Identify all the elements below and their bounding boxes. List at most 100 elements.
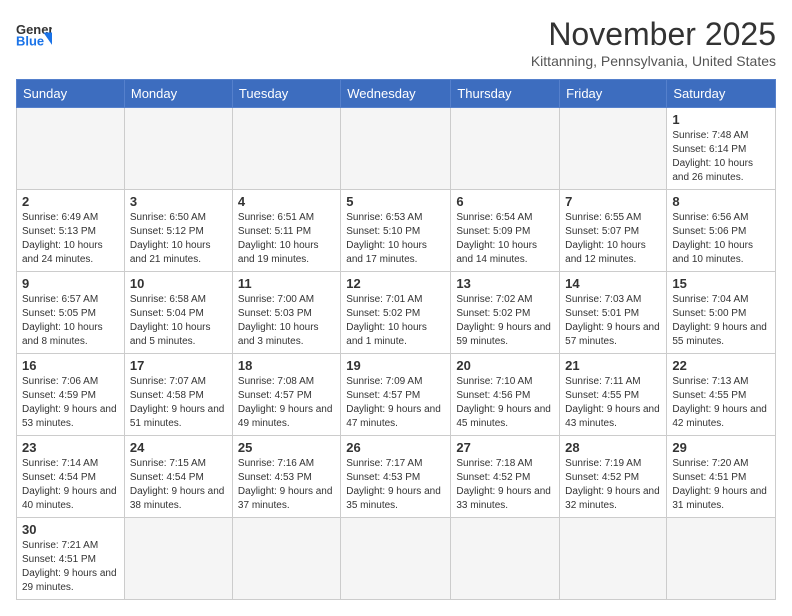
svg-text:Blue: Blue: [16, 34, 44, 49]
weekday-header: Sunday: [17, 80, 125, 108]
page-header: General Blue November 2025 Kittanning, P…: [16, 16, 776, 69]
day-number: 8: [672, 194, 770, 209]
calendar-day-cell: 4 Sunrise: 6:51 AM Sunset: 5:11 PM Daylig…: [232, 190, 340, 272]
calendar-day-cell: 18 Sunrise: 7:08 AM Sunset: 4:57 PM Dayli…: [232, 354, 340, 436]
calendar-week-row: 30 Sunrise: 7:21 AM Sunset: 4:51 PM Dayli…: [17, 518, 776, 600]
day-info: Sunrise: 7:09 AM Sunset: 4:57 PM Dayligh…: [346, 375, 445, 431]
calendar-table: SundayMondayTuesdayWednesdayThursdayFrid…: [16, 79, 776, 600]
day-info: Sunrise: 7:13 AM Sunset: 4:55 PM Dayligh…: [672, 375, 770, 431]
day-number: 12: [346, 276, 445, 291]
calendar-day-cell: 2 Sunrise: 6:49 AM Sunset: 5:13 PM Daylig…: [17, 190, 125, 272]
calendar-day-cell: 20 Sunrise: 7:10 AM Sunset: 4:56 PM Dayli…: [451, 354, 560, 436]
day-number: 20: [456, 358, 554, 373]
calendar-day-cell: 12 Sunrise: 7:01 AM Sunset: 5:02 PM Dayli…: [341, 272, 451, 354]
day-info: Sunrise: 7:18 AM Sunset: 4:52 PM Dayligh…: [456, 457, 554, 513]
day-number: 2: [22, 194, 119, 209]
day-number: 6: [456, 194, 554, 209]
calendar-week-row: 9Sunrise: 6:57 AM Sunset: 5:05 PM Daylig…: [17, 272, 776, 354]
calendar-day-cell: 23 Sunrise: 7:14 AM Sunset: 4:54 PM Dayli…: [17, 436, 125, 518]
calendar-day-cell: 5Sunrise: 6:53 AM Sunset: 5:10 PM Daylig…: [341, 190, 451, 272]
day-info: Sunrise: 6:58 AM Sunset: 5:04 PM Dayligh…: [130, 293, 227, 349]
day-number: 10: [130, 276, 227, 291]
day-info: Sunrise: 7:01 AM Sunset: 5:02 PM Dayligh…: [346, 293, 445, 349]
day-number: 15: [672, 276, 770, 291]
day-number: 14: [565, 276, 661, 291]
day-number: 28: [565, 440, 661, 455]
day-number: 23: [22, 440, 119, 455]
weekday-header: Saturday: [667, 80, 776, 108]
day-number: 9: [22, 276, 119, 291]
day-info: Sunrise: 6:51 AM Sunset: 5:11 PM Dayligh…: [238, 211, 335, 267]
day-number: 25: [238, 440, 335, 455]
calendar-day-cell: 30 Sunrise: 7:21 AM Sunset: 4:51 PM Dayli…: [17, 518, 125, 600]
calendar-day-cell: 28 Sunrise: 7:19 AM Sunset: 4:52 PM Dayli…: [560, 436, 667, 518]
calendar-day-cell: 10 Sunrise: 6:58 AM Sunset: 5:04 PM Dayli…: [124, 272, 232, 354]
day-number: 4: [238, 194, 335, 209]
calendar-week-row: 16Sunrise: 7:06 AM Sunset: 4:59 PM Dayli…: [17, 354, 776, 436]
calendar-day-cell: 19 Sunrise: 7:09 AM Sunset: 4:57 PM Dayli…: [341, 354, 451, 436]
day-number: 24: [130, 440, 227, 455]
day-info: Sunrise: 7:17 AM Sunset: 4:53 PM Dayligh…: [346, 457, 445, 513]
day-info: Sunrise: 7:07 AM Sunset: 4:58 PM Dayligh…: [130, 375, 227, 431]
calendar-day-cell: 29Sunrise: 7:20 AM Sunset: 4:51 PM Dayli…: [667, 436, 776, 518]
calendar-day-cell: 6 Sunrise: 6:54 AM Sunset: 5:09 PM Daylig…: [451, 190, 560, 272]
day-info: Sunrise: 7:06 AM Sunset: 4:59 PM Dayligh…: [22, 375, 119, 431]
calendar-day-cell: [560, 518, 667, 600]
calendar-day-cell: [560, 108, 667, 190]
day-info: Sunrise: 7:16 AM Sunset: 4:53 PM Dayligh…: [238, 457, 335, 513]
day-info: Sunrise: 7:20 AM Sunset: 4:51 PM Dayligh…: [672, 457, 770, 513]
day-number: 26: [346, 440, 445, 455]
calendar-day-cell: 3Sunrise: 6:50 AM Sunset: 5:12 PM Daylig…: [124, 190, 232, 272]
day-info: Sunrise: 6:50 AM Sunset: 5:12 PM Dayligh…: [130, 211, 227, 267]
day-info: Sunrise: 7:04 AM Sunset: 5:00 PM Dayligh…: [672, 293, 770, 349]
day-info: Sunrise: 7:10 AM Sunset: 4:56 PM Dayligh…: [456, 375, 554, 431]
calendar-day-cell: 8Sunrise: 6:56 AM Sunset: 5:06 PM Daylig…: [667, 190, 776, 272]
calendar-day-cell: 15 Sunrise: 7:04 AM Sunset: 5:00 PM Dayli…: [667, 272, 776, 354]
weekday-header: Thursday: [451, 80, 560, 108]
weekday-header: Wednesday: [341, 80, 451, 108]
calendar-day-cell: [124, 108, 232, 190]
day-info: Sunrise: 7:48 AM Sunset: 6:14 PM Dayligh…: [672, 129, 770, 185]
weekday-header: Monday: [124, 80, 232, 108]
day-number: 13: [456, 276, 554, 291]
calendar-day-cell: 27 Sunrise: 7:18 AM Sunset: 4:52 PM Dayli…: [451, 436, 560, 518]
calendar-day-cell: [17, 108, 125, 190]
day-info: Sunrise: 7:08 AM Sunset: 4:57 PM Dayligh…: [238, 375, 335, 431]
day-number: 11: [238, 276, 335, 291]
calendar-week-row: 2 Sunrise: 6:49 AM Sunset: 5:13 PM Daylig…: [17, 190, 776, 272]
calendar-day-cell: 21Sunrise: 7:11 AM Sunset: 4:55 PM Dayli…: [560, 354, 667, 436]
location-title: Kittanning, Pennsylvania, United States: [531, 53, 776, 69]
calendar-day-cell: [451, 108, 560, 190]
calendar-day-cell: [667, 518, 776, 600]
calendar-day-cell: 13 Sunrise: 7:02 AM Sunset: 5:02 PM Dayli…: [451, 272, 560, 354]
calendar-week-row: 1 Sunrise: 7:48 AM Sunset: 6:14 PM Daylig…: [17, 108, 776, 190]
day-info: Sunrise: 7:02 AM Sunset: 5:02 PM Dayligh…: [456, 293, 554, 349]
day-info: Sunrise: 7:03 AM Sunset: 5:01 PM Dayligh…: [565, 293, 661, 349]
day-info: Sunrise: 7:19 AM Sunset: 4:52 PM Dayligh…: [565, 457, 661, 513]
calendar-day-cell: [232, 108, 340, 190]
calendar-day-cell: 9Sunrise: 6:57 AM Sunset: 5:05 PM Daylig…: [17, 272, 125, 354]
calendar-day-cell: 22Sunrise: 7:13 AM Sunset: 4:55 PM Dayli…: [667, 354, 776, 436]
day-number: 18: [238, 358, 335, 373]
day-number: 1: [672, 112, 770, 127]
day-info: Sunrise: 7:14 AM Sunset: 4:54 PM Dayligh…: [22, 457, 119, 513]
day-number: 30: [22, 522, 119, 537]
month-title: November 2025: [531, 16, 776, 53]
day-info: Sunrise: 6:49 AM Sunset: 5:13 PM Dayligh…: [22, 211, 119, 267]
day-number: 19: [346, 358, 445, 373]
day-info: Sunrise: 6:53 AM Sunset: 5:10 PM Dayligh…: [346, 211, 445, 267]
day-info: Sunrise: 7:21 AM Sunset: 4:51 PM Dayligh…: [22, 539, 119, 595]
weekday-header-row: SundayMondayTuesdayWednesdayThursdayFrid…: [17, 80, 776, 108]
calendar-day-cell: [341, 108, 451, 190]
day-info: Sunrise: 7:15 AM Sunset: 4:54 PM Dayligh…: [130, 457, 227, 513]
day-number: 17: [130, 358, 227, 373]
calendar-day-cell: 14 Sunrise: 7:03 AM Sunset: 5:01 PM Dayli…: [560, 272, 667, 354]
logo-svg: General Blue: [16, 16, 52, 52]
calendar-day-cell: 26 Sunrise: 7:17 AM Sunset: 4:53 PM Dayli…: [341, 436, 451, 518]
day-number: 27: [456, 440, 554, 455]
calendar-day-cell: 16Sunrise: 7:06 AM Sunset: 4:59 PM Dayli…: [17, 354, 125, 436]
calendar-week-row: 23 Sunrise: 7:14 AM Sunset: 4:54 PM Dayli…: [17, 436, 776, 518]
day-info: Sunrise: 6:54 AM Sunset: 5:09 PM Dayligh…: [456, 211, 554, 267]
calendar-day-cell: [124, 518, 232, 600]
day-number: 21: [565, 358, 661, 373]
